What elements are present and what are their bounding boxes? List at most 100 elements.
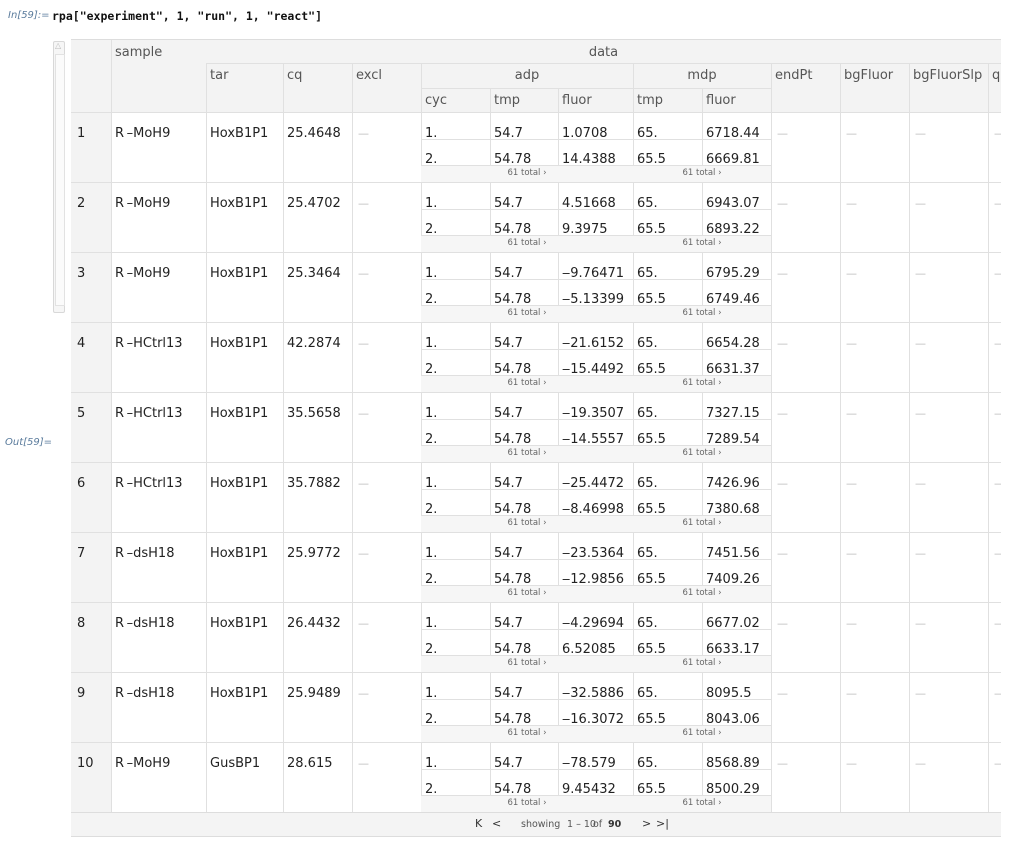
missing-value: — bbox=[846, 617, 857, 630]
missing-value: — bbox=[846, 477, 857, 490]
missing-value: — bbox=[846, 197, 857, 210]
last-page-icon[interactable]: >| bbox=[656, 817, 669, 830]
vertical-scrollbar[interactable]: △ bbox=[53, 41, 65, 313]
target-cell: GusBP1 bbox=[210, 756, 261, 771]
grid-line bbox=[71, 322, 1001, 323]
missing-value: — bbox=[358, 267, 369, 280]
adp-total-link[interactable]: 61 total › bbox=[421, 728, 633, 738]
adp-total-link[interactable]: 61 total › bbox=[421, 378, 633, 388]
first-page-icon[interactable]: K bbox=[475, 817, 482, 830]
mdp-total-link[interactable]: 61 total › bbox=[633, 588, 771, 598]
sample-cell: R –MoH9 bbox=[115, 126, 171, 141]
missing-value: — bbox=[994, 337, 1001, 350]
scroll-up-icon[interactable]: △ bbox=[55, 41, 61, 50]
pagination-range: 1 – 10 bbox=[567, 819, 596, 830]
grid-line bbox=[421, 139, 771, 140]
missing-value: — bbox=[846, 337, 857, 350]
next-page-icon[interactable]: > bbox=[642, 817, 651, 830]
adp-total-link[interactable]: 61 total › bbox=[421, 448, 633, 458]
cq-cell: 25.4648 bbox=[287, 126, 341, 141]
mdp-total-link[interactable]: 61 total › bbox=[633, 378, 771, 388]
row-index: 5 bbox=[77, 406, 86, 421]
row-index: 1 bbox=[77, 126, 86, 141]
missing-value: — bbox=[915, 197, 926, 210]
missing-value: — bbox=[915, 757, 926, 770]
missing-value: — bbox=[777, 617, 788, 630]
missing-value: — bbox=[994, 757, 1001, 770]
grid-line bbox=[909, 63, 910, 813]
missing-value: — bbox=[777, 477, 788, 490]
missing-value: — bbox=[915, 687, 926, 700]
missing-value: — bbox=[846, 127, 857, 140]
sample-cell: R –dsH18 bbox=[115, 616, 175, 631]
missing-value: — bbox=[915, 617, 926, 630]
cq-cell: 42.2874 bbox=[287, 336, 341, 351]
row-index: 6 bbox=[77, 476, 86, 491]
missing-value: — bbox=[358, 687, 369, 700]
target-cell: HoxB1P1 bbox=[210, 616, 269, 631]
missing-value: — bbox=[358, 547, 369, 560]
target-cell: HoxB1P1 bbox=[210, 686, 269, 701]
grid-line bbox=[421, 349, 771, 350]
sample-cell: R –MoH9 bbox=[115, 196, 171, 211]
missing-value: — bbox=[994, 687, 1001, 700]
target-cell: HoxB1P1 bbox=[210, 196, 269, 211]
grid-line bbox=[111, 40, 112, 813]
scrollbar-thumb[interactable] bbox=[55, 54, 65, 306]
grid-line bbox=[71, 182, 1001, 183]
adp-total-link[interactable]: 61 total › bbox=[421, 308, 633, 318]
adp-total-link[interactable]: 61 total › bbox=[421, 658, 633, 668]
pagination-of: of bbox=[593, 819, 603, 830]
target-cell: HoxB1P1 bbox=[210, 476, 269, 491]
grid-line bbox=[421, 489, 771, 490]
mdp-total-link[interactable]: 61 total › bbox=[633, 798, 771, 808]
missing-value: — bbox=[915, 337, 926, 350]
missing-value: — bbox=[994, 547, 1001, 560]
adp-total-link[interactable]: 61 total › bbox=[421, 168, 633, 178]
mdp-total-link[interactable]: 61 total › bbox=[633, 238, 771, 248]
grid-line bbox=[71, 672, 1001, 673]
adp-total-link[interactable]: 61 total › bbox=[421, 588, 633, 598]
pagination-bar: K < showing 1 – 10 of 90 > >| bbox=[71, 812, 1001, 837]
missing-value: — bbox=[846, 687, 857, 700]
grid-line bbox=[988, 63, 989, 813]
mdp-total-link[interactable]: 61 total › bbox=[633, 658, 771, 668]
header-endpt: endPt bbox=[775, 68, 813, 83]
missing-value: — bbox=[777, 197, 788, 210]
missing-value: — bbox=[846, 267, 857, 280]
input-label: In[59]:= bbox=[8, 10, 50, 21]
adp-total-link[interactable]: 61 total › bbox=[421, 798, 633, 808]
input-code[interactable]: rpa["experiment", 1, "run", 1, "react"] bbox=[52, 9, 322, 23]
mdp-total-link[interactable]: 61 total › bbox=[633, 448, 771, 458]
missing-value: — bbox=[777, 687, 788, 700]
sample-cell: R –dsH18 bbox=[115, 686, 175, 701]
grid-line bbox=[71, 532, 1001, 533]
prev-page-icon[interactable]: < bbox=[492, 817, 501, 830]
missing-value: — bbox=[915, 127, 926, 140]
grid-line bbox=[206, 63, 1001, 64]
mdp-total-link[interactable]: 61 total › bbox=[633, 518, 771, 528]
missing-value: — bbox=[777, 337, 788, 350]
missing-value: — bbox=[846, 757, 857, 770]
grid-line bbox=[421, 419, 771, 420]
missing-value: — bbox=[994, 617, 1001, 630]
grid-line bbox=[421, 279, 771, 280]
missing-value: — bbox=[915, 267, 926, 280]
header-fluor: fluor bbox=[562, 93, 592, 108]
mdp-total-link[interactable]: 61 total › bbox=[633, 728, 771, 738]
header-mdp: mdp bbox=[687, 68, 717, 83]
missing-value: — bbox=[846, 547, 857, 560]
missing-value: — bbox=[915, 407, 926, 420]
missing-value: — bbox=[994, 197, 1001, 210]
mdp-total-link[interactable]: 61 total › bbox=[633, 308, 771, 318]
mdp-total-link[interactable]: 61 total › bbox=[633, 168, 771, 178]
data-grid: sample data tar cq excl adp mdp endPt bgFluor bgF… bbox=[71, 39, 1001, 836]
adp-total-link[interactable]: 61 total › bbox=[421, 518, 633, 528]
cq-cell: 35.5658 bbox=[287, 406, 341, 421]
pagination-count: 90 bbox=[608, 819, 622, 830]
header-adp: adp bbox=[514, 68, 540, 83]
target-cell: HoxB1P1 bbox=[210, 336, 269, 351]
grid-line bbox=[71, 252, 1001, 253]
cq-cell: 25.3464 bbox=[287, 266, 341, 281]
adp-total-link[interactable]: 61 total › bbox=[421, 238, 633, 248]
